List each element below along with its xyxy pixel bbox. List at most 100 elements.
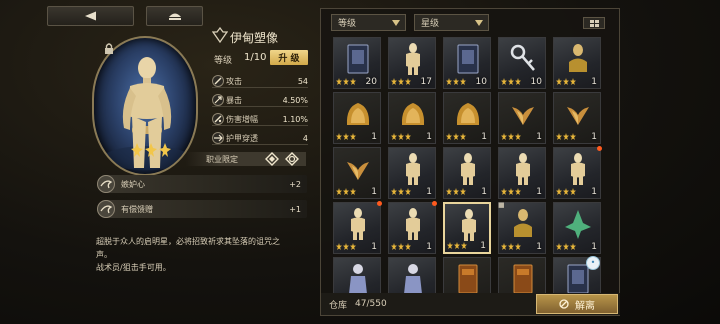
emblem-icon bbox=[212, 27, 228, 43]
new-indicator-icon bbox=[377, 201, 382, 206]
skill-row-envy[interactable]: 嫉妒心 +2 bbox=[97, 175, 307, 193]
inventory-slot[interactable]: 1 bbox=[443, 92, 491, 144]
star-icon bbox=[343, 188, 349, 195]
skill-icon bbox=[97, 175, 115, 193]
inventory-slot[interactable]: 20 bbox=[333, 37, 381, 89]
home-button[interactable] bbox=[146, 6, 203, 26]
star-icon bbox=[460, 78, 466, 85]
item-count: 1 bbox=[591, 187, 597, 197]
sword-icon bbox=[212, 75, 224, 87]
star-icon bbox=[131, 143, 143, 157]
tactician-job-icon[interactable] bbox=[264, 151, 280, 167]
figure-icon bbox=[404, 264, 422, 294]
item-count: 1 bbox=[371, 187, 377, 197]
back-button[interactable] bbox=[47, 6, 134, 26]
star-icon bbox=[460, 133, 466, 140]
inventory-slot[interactable]: 10 bbox=[498, 37, 546, 89]
sniper-job-icon[interactable] bbox=[284, 151, 300, 167]
star-icon bbox=[398, 78, 404, 85]
star-icon bbox=[350, 78, 356, 85]
inventory-slot[interactable]: 1 bbox=[553, 202, 601, 254]
item-count: 1 bbox=[591, 77, 597, 87]
dropdown-arrow-icon bbox=[475, 20, 483, 26]
rarity-stars bbox=[336, 188, 356, 196]
star-icon bbox=[570, 188, 576, 195]
star-icon bbox=[398, 188, 404, 195]
crystal-icon bbox=[565, 210, 591, 239]
star-icon bbox=[447, 242, 453, 249]
star-icon bbox=[508, 188, 514, 195]
star-icon bbox=[453, 188, 459, 195]
warehouse-label: 仓库 bbox=[329, 300, 348, 311]
inventory-slot[interactable]: 1 bbox=[498, 147, 546, 199]
upgrade-button[interactable]: 升 级 bbox=[270, 50, 308, 65]
inventory-slot[interactable]: 1 bbox=[388, 92, 436, 144]
gold-icon bbox=[346, 103, 370, 125]
star-icon bbox=[563, 133, 569, 140]
skill-row-paid-gift[interactable]: 有偿馈赠 +1 bbox=[97, 200, 307, 218]
inventory-slot[interactable]: 17 bbox=[388, 37, 436, 89]
inventory-slot[interactable]: 1 bbox=[443, 202, 491, 254]
gold-icon bbox=[456, 103, 480, 125]
new-indicator-icon bbox=[597, 146, 602, 151]
inventory-slot[interactable]: 10 bbox=[443, 37, 491, 89]
wings-icon bbox=[512, 107, 534, 125]
key-icon bbox=[510, 44, 535, 71]
grid-view-toggle[interactable] bbox=[583, 17, 605, 29]
star-icon bbox=[336, 133, 342, 140]
item-count: 20 bbox=[365, 77, 377, 87]
rarity-stars bbox=[336, 78, 356, 86]
level-value: 1/10 bbox=[244, 52, 267, 63]
star-icon bbox=[515, 243, 521, 250]
star-icon bbox=[391, 243, 397, 250]
inventory-slot[interactable]: 1 bbox=[553, 146, 602, 199]
star-icon bbox=[515, 78, 521, 85]
star-icon bbox=[556, 188, 562, 195]
star-icon bbox=[570, 78, 576, 85]
grade-filter-select[interactable]: 等级 bbox=[331, 14, 406, 31]
stat-row: 暴击 4.50% bbox=[212, 94, 308, 107]
inventory-panel: 等级 星级 20 17 10 10 1 1 1 1 1 1 1 1 1 1 1 1 1 1 1 ■ 1 bbox=[320, 8, 620, 316]
inventory-slot[interactable]: 1 bbox=[388, 147, 436, 199]
inventory-slot[interactable]: 1 bbox=[553, 37, 601, 89]
inventory-slot[interactable]: 1 bbox=[443, 147, 491, 199]
statue-icon bbox=[516, 153, 530, 185]
bust-icon bbox=[569, 44, 587, 72]
star-icon bbox=[350, 243, 356, 250]
level-label: 等级 bbox=[214, 56, 233, 66]
inventory-slot[interactable]: 1 ■ bbox=[498, 201, 546, 254]
star-filter-select[interactable]: 星级 bbox=[414, 14, 489, 31]
item-count: 1 bbox=[426, 132, 432, 142]
statue-icon bbox=[571, 153, 585, 185]
item-count: 1 bbox=[591, 242, 597, 252]
wings-icon bbox=[567, 107, 589, 125]
chat-bubble-icon[interactable]: • bbox=[586, 256, 600, 270]
star-icon bbox=[405, 188, 411, 195]
inventory-slot[interactable]: 1 bbox=[553, 92, 601, 144]
warehouse-count: 47/550 bbox=[355, 299, 387, 309]
grid-icon bbox=[589, 19, 599, 27]
lock-icon[interactable] bbox=[104, 43, 116, 55]
stat-row: 伤害增幅 1.10% bbox=[212, 113, 308, 126]
star-icon bbox=[343, 243, 349, 250]
wings-icon bbox=[347, 162, 369, 180]
inventory-slot[interactable]: 1 bbox=[388, 201, 437, 254]
rarity-stars bbox=[501, 243, 521, 251]
dismantle-button[interactable]: 解离 bbox=[536, 294, 618, 314]
star-icon bbox=[446, 188, 452, 195]
star-icon bbox=[391, 133, 397, 140]
star-icon bbox=[343, 133, 349, 140]
description-text: 声。 bbox=[96, 250, 112, 259]
item-count: 1 bbox=[480, 241, 486, 251]
inventory-slot[interactable]: 1 bbox=[333, 92, 381, 144]
inventory-slot[interactable]: 1 bbox=[498, 92, 546, 144]
star-icon bbox=[350, 133, 356, 140]
inventory-slot[interactable]: 1 bbox=[333, 201, 382, 254]
star-icon bbox=[453, 78, 459, 85]
rarity-stars bbox=[391, 78, 411, 86]
star-icon bbox=[454, 242, 460, 249]
inventory-slot[interactable]: 1 bbox=[333, 147, 381, 199]
item-count: 1 bbox=[426, 187, 432, 197]
rarity-stars bbox=[446, 188, 466, 196]
character-name: 伊甸塑像 bbox=[230, 31, 279, 45]
